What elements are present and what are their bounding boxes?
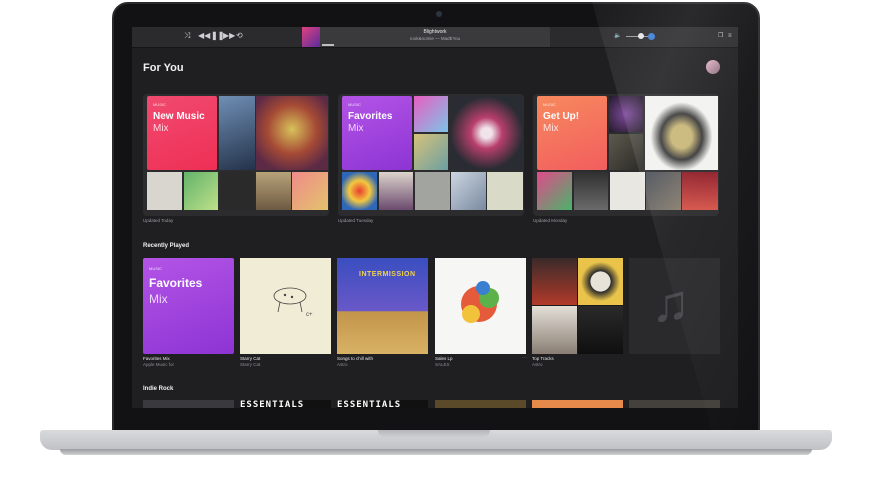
music-app-window: ⤨ ◀◀ ❚❚ ▶▶ ⟲ Blightwork rook&nomie — Mad… [132, 27, 738, 408]
recently-played-heading: Recently Played [143, 243, 190, 249]
mix-artwork: MUSIC Get Up! Mix [537, 96, 607, 170]
recent-item-title: Songs to chill with [337, 356, 374, 361]
album-tile [415, 172, 450, 210]
avatar[interactable] [706, 60, 720, 74]
shuffle-icon[interactable]: ⤨ [184, 30, 190, 42]
album-tile [414, 134, 448, 170]
album-tile [646, 172, 681, 210]
recent-songs-to-chill-with[interactable]: INTERMISSION [337, 258, 428, 354]
previous-icon[interactable]: ◀◀ [198, 30, 210, 42]
album-tile [574, 172, 608, 210]
recent-sales-lp[interactable] [435, 258, 526, 354]
recent-item-title: Favorites Mix [143, 356, 170, 361]
album-tile [609, 134, 643, 170]
repeat-icon[interactable]: ⟲ [236, 30, 243, 42]
indie-tile[interactable] [629, 400, 720, 408]
indie-tile[interactable] [143, 400, 234, 408]
recent-item-subtitle: Astro [532, 362, 543, 367]
album-tile [379, 172, 413, 210]
recent-favorites-mix[interactable]: MUSIC Favorites Mix [143, 258, 234, 354]
favorites-mix-card[interactable]: MUSIC Favorites Mix [338, 94, 524, 216]
new-music-mix-card[interactable]: MUSIC New Music Mix [143, 94, 329, 216]
now-playing-artwork[interactable] [302, 27, 320, 47]
album-tile [682, 172, 718, 210]
recent-top-tracks[interactable] [532, 258, 623, 354]
album-tile [292, 172, 328, 210]
svg-text:c+: c+ [306, 312, 313, 318]
album-tile [537, 172, 572, 210]
indie-essentials-tile[interactable]: ESSENTIALS [337, 400, 428, 408]
laptop-base-bottom [60, 449, 812, 455]
album-tile [487, 172, 523, 210]
player-bar: ⤨ ◀◀ ❚❚ ▶▶ ⟲ Blightwork rook&nomie — Mad… [132, 27, 738, 48]
updated-label: Updated Tuesday [338, 218, 374, 223]
mix-artwork: MUSIC Favorites Mix [342, 96, 412, 170]
recent-item-subtitle: Starry Cat [240, 362, 261, 367]
now-playing-title: Blightwork [423, 29, 447, 35]
page-title: For You [143, 62, 184, 74]
album-tile [450, 96, 523, 170]
album-tile [147, 172, 182, 210]
updated-label: Updated Today [143, 218, 174, 223]
updated-label: Updated Monday [533, 218, 568, 223]
indie-essentials-tile[interactable]: ESSENTIALS [240, 400, 331, 408]
recent-item-title: Starry Cat [240, 356, 261, 361]
recent-item-subtitle: Astro [337, 362, 348, 367]
album-tile [220, 172, 255, 210]
laptop-notch [378, 430, 490, 438]
album-tile [219, 96, 255, 170]
indie-rock-heading: Indie Rock [143, 386, 174, 392]
album-tile [256, 96, 328, 170]
recent-item-title: Top Tracks [532, 356, 554, 361]
cat-drawing-icon: c+ [273, 287, 313, 318]
recent-placeholder[interactable]: ♫ [629, 258, 720, 354]
more-icon[interactable]: ⋯ [522, 355, 527, 361]
album-tile [184, 172, 218, 210]
album-tile [342, 172, 377, 210]
recent-starry-cat[interactable]: c+ [240, 258, 331, 354]
indie-tile[interactable] [435, 400, 526, 408]
album-tile [451, 172, 486, 210]
get-up-mix-card[interactable]: MUSIC Get Up! Mix [533, 94, 719, 216]
album-tile [610, 172, 645, 210]
lyrics-icon[interactable]: ❐ [718, 30, 723, 42]
now-playing-subtitle: rook&nomie — MadEYou [409, 36, 461, 41]
fruit-artwork-icon [461, 281, 499, 323]
album-tile [414, 96, 448, 132]
mix-artwork: MUSIC New Music Mix [147, 96, 217, 170]
recent-item-subtitle: SALES [435, 362, 450, 367]
airplay-icon[interactable] [648, 33, 655, 40]
music-note-icon: ♫ [651, 275, 690, 333]
volume-knob[interactable] [638, 33, 644, 39]
indie-tile[interactable] [532, 400, 623, 408]
recent-item-subtitle: Apple Music for [143, 362, 175, 367]
volume-icon: 🔈 [614, 33, 622, 39]
camera [436, 11, 442, 17]
recent-item-title: Sales Lp [435, 356, 453, 361]
queue-icon[interactable]: ≡ [728, 30, 732, 42]
progress-bar[interactable] [322, 44, 334, 46]
album-tile [609, 96, 643, 132]
next-icon[interactable]: ▶▶ [223, 30, 235, 42]
album-tile [256, 172, 291, 210]
album-tile [645, 96, 718, 170]
